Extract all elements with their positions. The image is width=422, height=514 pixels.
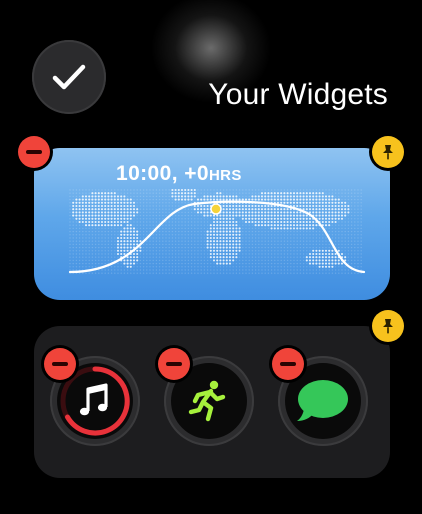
clock-offset-unit: HRS <box>208 167 242 184</box>
clock-time-label: 10:00, +0HRS <box>116 162 242 186</box>
remove-messages-button[interactable] <box>272 348 304 380</box>
running-figure-icon <box>188 380 226 422</box>
watch-screen: Your Widgets 10:00, +0HRS <box>0 0 422 514</box>
remove-workout-button[interactable] <box>158 348 190 380</box>
minus-icon <box>166 362 182 366</box>
minus-icon <box>52 362 68 366</box>
clock-time: 10:00, <box>116 162 178 185</box>
pin-icon <box>383 319 393 334</box>
minus-icon <box>26 150 42 154</box>
remove-world-clock-button[interactable] <box>18 136 50 168</box>
remove-music-button[interactable] <box>44 348 76 380</box>
pin-world-clock-button[interactable] <box>372 136 404 168</box>
page-title: Your Widgets <box>208 78 388 111</box>
sun-marker <box>210 203 222 215</box>
checkmark-icon <box>52 64 86 90</box>
minus-icon <box>280 362 296 366</box>
pin-icon <box>383 145 393 160</box>
complication-tray <box>34 326 390 478</box>
world-clock-widget[interactable]: 10:00, +0HRS <box>34 148 390 300</box>
watch-face: Your Widgets 10:00, +0HRS <box>0 0 422 514</box>
done-button[interactable] <box>32 40 106 114</box>
clock-offset: +0 <box>184 162 209 185</box>
pin-complications-button[interactable] <box>372 310 404 342</box>
message-bubble-icon <box>297 380 348 421</box>
